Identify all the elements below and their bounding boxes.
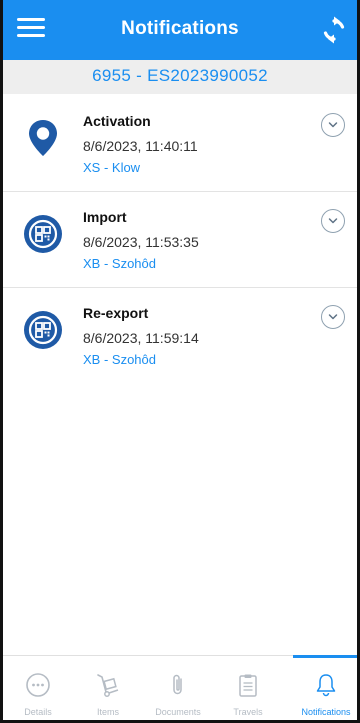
tab-label: Travels [233,707,263,717]
tab-travels[interactable]: Travels [215,656,281,720]
hand-truck-icon [95,672,121,698]
tab-items[interactable]: Items [75,656,141,720]
tab-notifications[interactable]: Notifications [293,655,357,720]
tab-documents[interactable]: Documents [145,656,211,720]
notification-detail: XS - Klow [83,160,141,175]
clipboard-icon [235,672,261,698]
notification-item[interactable]: Re-export 8/6/2023, 11:59:14 XB - Szohôd [3,288,357,384]
notification-detail: XB - Szohôd [83,256,156,271]
notification-title: Activation [83,113,151,129]
tab-details[interactable]: Details [5,656,71,720]
notification-title: Re-export [83,305,149,321]
qr-code-icon [23,214,63,254]
tab-label: Items [96,707,119,717]
paperclip-icon [165,672,191,698]
bottom-tab-bar: Details Items Documents Travels Notifica… [3,655,357,720]
notification-title: Import [83,209,127,225]
chevron-down-icon[interactable] [321,305,345,329]
refresh-icon[interactable] [319,15,349,45]
page-title: Notifications [121,18,239,39]
notification-timestamp: 8/6/2023, 11:53:35 [83,234,199,250]
app-bar: Notifications [3,0,357,60]
bell-icon [313,672,339,698]
tab-label: Documents [155,707,201,717]
location-pin-icon [23,118,63,158]
notification-item[interactable]: Activation 8/6/2023, 11:40:11 XS - Klow [3,96,357,192]
tab-label: Details [24,707,52,717]
tab-label: Notifications [301,707,351,717]
chevron-down-icon[interactable] [321,113,345,137]
qr-code-icon [23,310,63,350]
notification-list: Activation 8/6/2023, 11:40:11 XS - Klow [3,96,357,384]
ellipsis-circle-icon [25,672,51,698]
notification-detail: XB - Szohôd [83,352,156,367]
notification-timestamp: 8/6/2023, 11:59:14 [83,330,199,346]
app-screen: Notifications 6955 - ES2023990052 Activa… [0,0,360,723]
chevron-down-icon[interactable] [321,209,345,233]
notification-timestamp: 8/6/2023, 11:40:11 [83,138,198,154]
notification-item[interactable]: Import 8/6/2023, 11:53:35 XB - Szohôd [3,192,357,288]
declaration-header: 6955 - ES2023990052 [3,60,357,94]
